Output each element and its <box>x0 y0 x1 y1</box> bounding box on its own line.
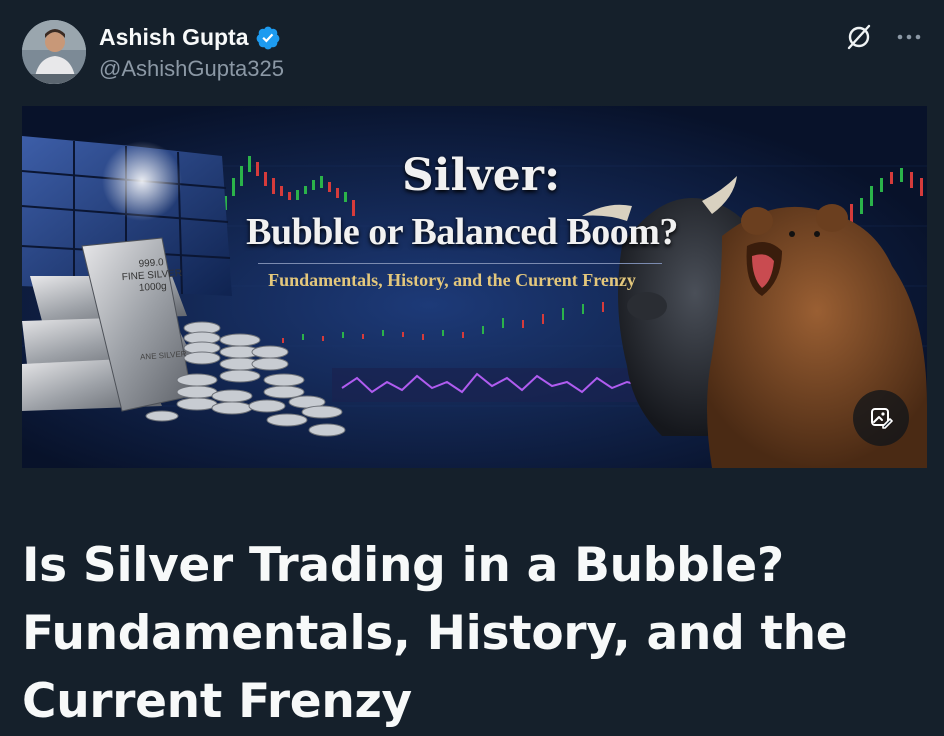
verified-badge-icon[interactable] <box>255 25 281 51</box>
cover-title: Silver: <box>402 150 561 201</box>
silver-bar-label: 999.0 FINE SILVER 1000g <box>121 257 183 294</box>
grok-icon[interactable] <box>844 22 874 52</box>
cover-divider <box>258 263 662 264</box>
more-icon[interactable] <box>894 22 924 52</box>
article-title[interactable]: Is Silver Trading in a Bubble? Fundament… <box>22 532 922 736</box>
cover-tagline: Fundamentals, History, and the Current F… <box>268 270 636 290</box>
post-header: Ashish Gupta @AshishGupta325 <box>22 20 924 86</box>
author-handle[interactable]: @AshishGupta325 <box>99 56 284 82</box>
cover-subtitle: Bubble or Balanced Boom? <box>246 211 678 253</box>
author-name[interactable]: Ashish Gupta <box>99 24 249 51</box>
avatar[interactable] <box>22 20 86 84</box>
article-cover-image[interactable]: Silver: Bubble or Balanced Boom? Fundame… <box>22 106 927 468</box>
image-edit-icon[interactable] <box>853 390 909 446</box>
